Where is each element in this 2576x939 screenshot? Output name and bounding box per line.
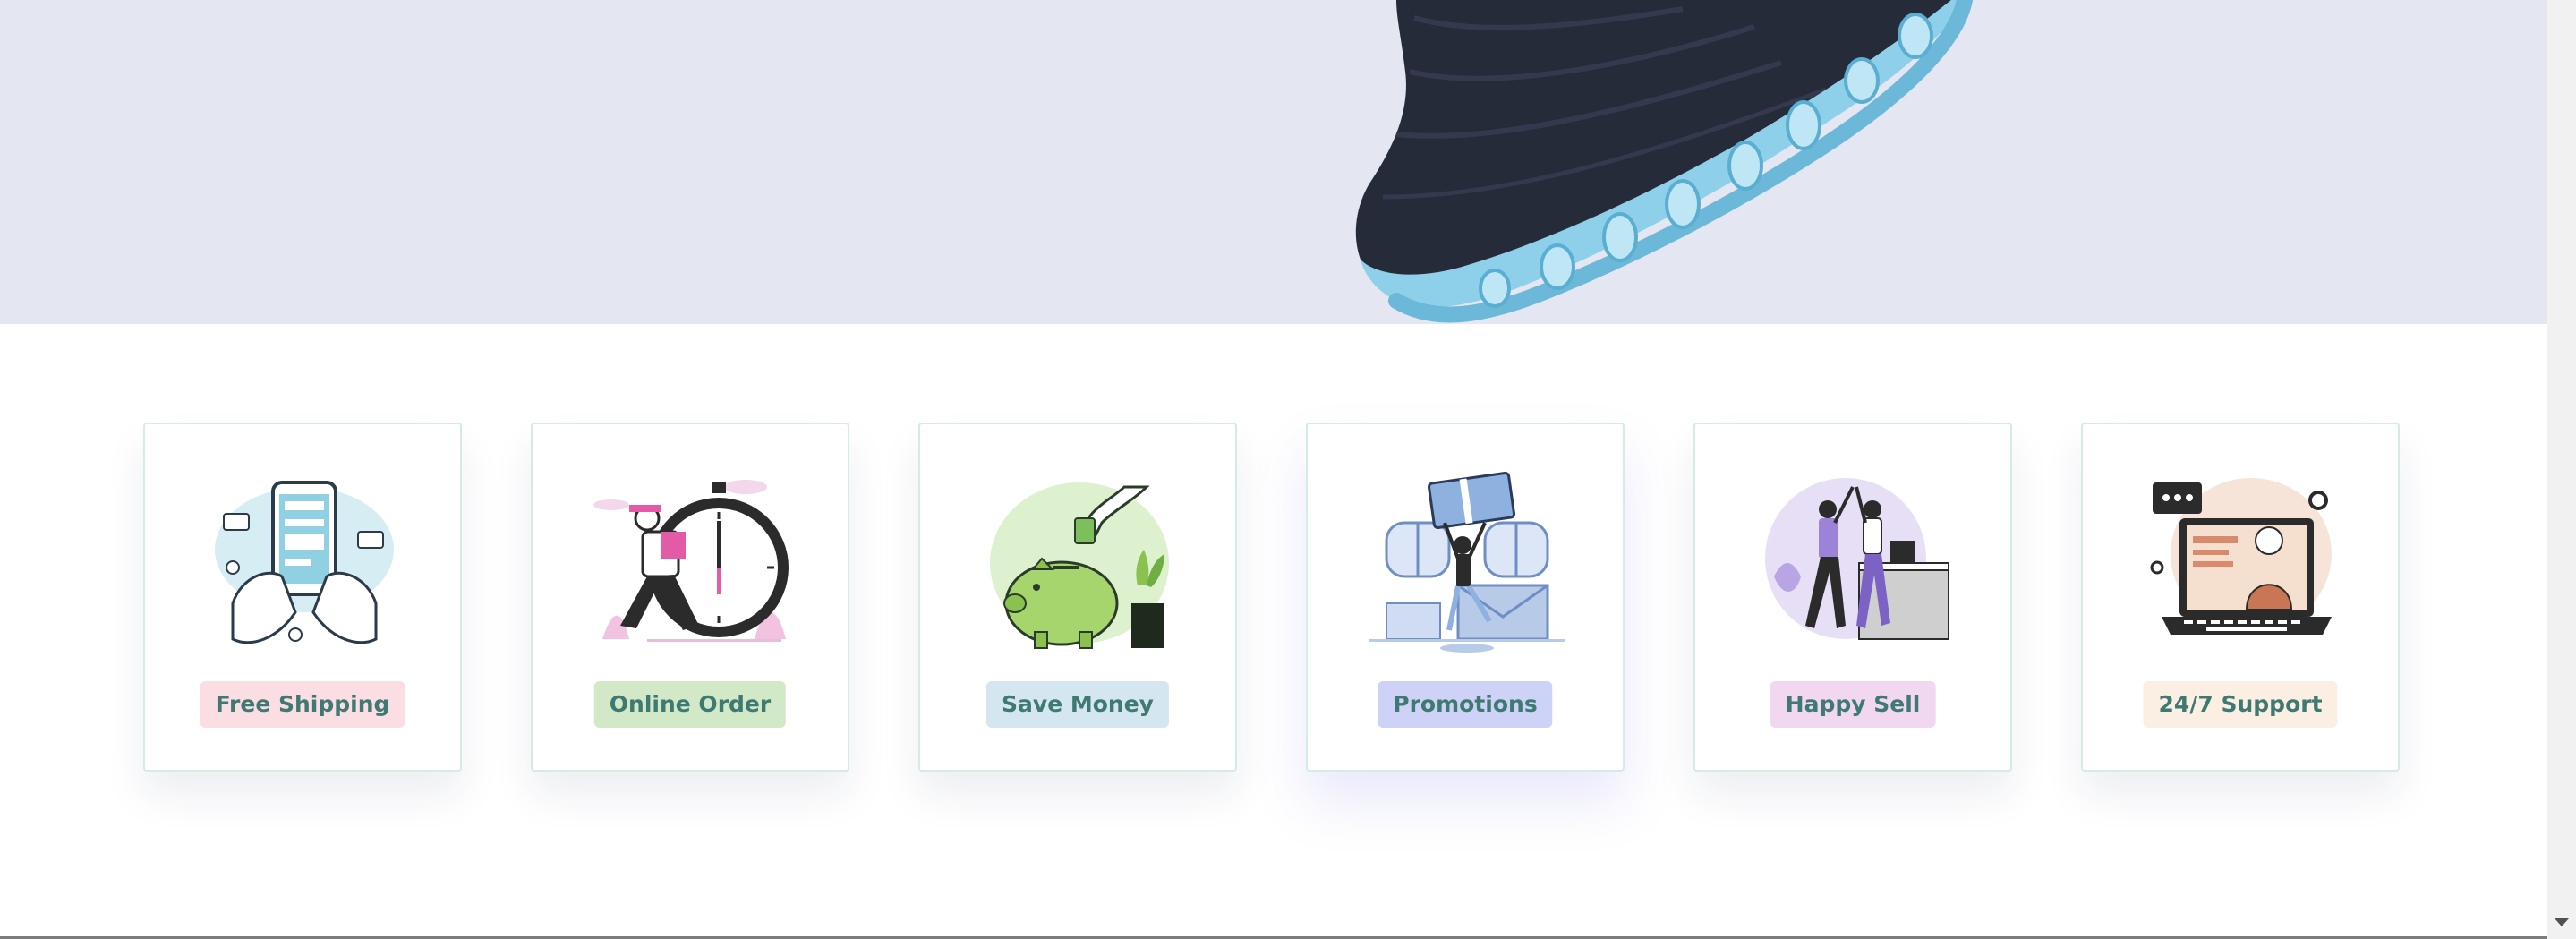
vertical-scrollbar[interactable] [2547, 0, 2576, 939]
scroll-down-arrow-icon[interactable] [2551, 911, 2572, 933]
feature-label: Online Order [593, 681, 787, 728]
stopwatch-delivery-icon [593, 480, 789, 642]
feature-card-free-shipping[interactable]: Free Shipping [143, 423, 462, 772]
feature-card-24-7-support[interactable]: 24/7 Support [2081, 423, 2400, 772]
feature-card-save-money[interactable]: Save Money [918, 423, 1237, 772]
gift-promotion-icon [1369, 471, 1565, 653]
feature-card-happy-sell[interactable]: Happy Sell [1693, 423, 2012, 772]
feature-card-promotions[interactable]: Promotions [1306, 423, 1625, 772]
feature-label: Save Money [986, 681, 1169, 728]
sneaker-image [1355, 0, 1973, 323]
feature-card-online-order[interactable]: Online Order [531, 423, 849, 772]
hero-banner [0, 0, 2547, 324]
feature-label: Promotions [1378, 681, 1553, 728]
piggy-bank-icon [990, 482, 1169, 649]
mobile-payment-icon [215, 481, 394, 644]
feature-label: 24/7 Support [2143, 681, 2338, 728]
feature-label: Free Shipping [200, 681, 405, 728]
feature-label: Happy Sell [1770, 681, 1936, 728]
high-five-icon [1765, 478, 1949, 640]
features-section: Free Shipping Online Order Save Money Pr… [0, 324, 2547, 939]
laptop-support-icon [2150, 478, 2332, 635]
